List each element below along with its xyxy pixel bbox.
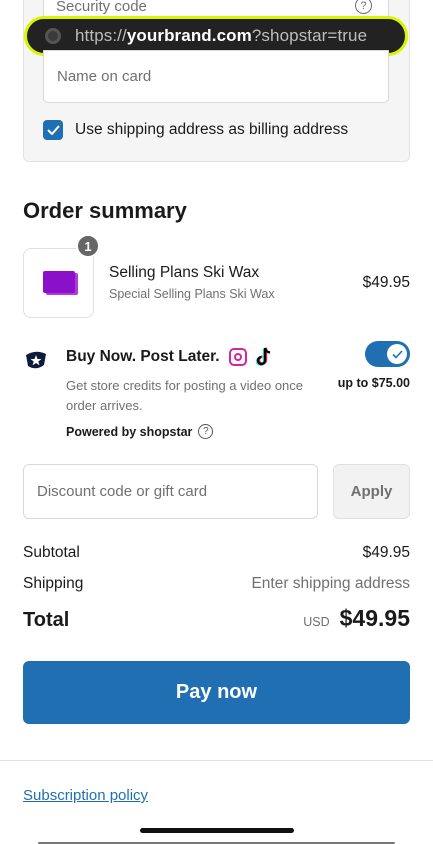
checkmark-icon bbox=[46, 125, 60, 135]
shipping-value: Enter shipping address bbox=[251, 575, 410, 592]
shopstar-toggle[interactable] bbox=[365, 341, 410, 367]
url-text: https://yourbrand.com?shopstar=true bbox=[75, 26, 367, 46]
instagram-icon bbox=[229, 348, 247, 366]
product-price: $49.95 bbox=[362, 274, 410, 291]
globe-icon bbox=[45, 28, 61, 44]
help-icon[interactable]: ? bbox=[198, 424, 214, 439]
subtotal-value: $49.95 bbox=[362, 544, 410, 561]
subscription-policy-link[interactable]: Subscription policy bbox=[23, 787, 148, 804]
shopstar-amount: up to $75.00 bbox=[337, 376, 410, 390]
url-prefix: https:// bbox=[75, 26, 127, 45]
discount-placeholder: Discount code or gift card bbox=[37, 483, 208, 500]
apply-discount-button[interactable]: Apply bbox=[333, 464, 410, 519]
pay-now-button[interactable]: Pay now bbox=[23, 661, 410, 724]
subtotal-label: Subtotal bbox=[23, 544, 80, 561]
total-amount: $49.95 bbox=[339, 605, 410, 631]
total-value-group: USD $49.95 bbox=[303, 605, 410, 632]
shopstar-description: Get store credits for posting a video on… bbox=[66, 378, 304, 413]
checkmark-icon bbox=[391, 349, 403, 359]
name-on-card-field[interactable]: Name on card bbox=[43, 50, 389, 103]
billing-checkbox-label: Use shipping address as billing address bbox=[75, 121, 349, 138]
powered-by-shopstar: Powered by shopstar ? bbox=[66, 424, 214, 439]
url-query: ?shopstar=true bbox=[251, 26, 368, 45]
url-host: yourbrand.com bbox=[126, 26, 252, 45]
powered-by-label: Powered by shopstar bbox=[66, 424, 193, 439]
total-currency: USD bbox=[303, 615, 330, 629]
toggle-knob bbox=[387, 344, 407, 364]
billing-address-row[interactable]: Use shipping address as billing address bbox=[43, 120, 348, 140]
product-image bbox=[43, 271, 75, 293]
footer-divider bbox=[0, 760, 433, 761]
security-code-label: Security code bbox=[56, 0, 147, 15]
tiktok-icon bbox=[256, 347, 271, 366]
order-summary-title: Order summary bbox=[23, 198, 187, 223]
billing-checkbox[interactable] bbox=[43, 120, 63, 140]
product-name: Selling Plans Ski Wax bbox=[109, 264, 260, 281]
discount-code-input[interactable]: Discount code or gift card bbox=[23, 464, 318, 519]
shopstar-logo-icon bbox=[26, 351, 46, 369]
product-thumbnail bbox=[23, 248, 94, 318]
shopstar-title: Buy Now. Post Later. bbox=[66, 348, 220, 365]
name-on-card-placeholder: Name on card bbox=[57, 68, 152, 85]
total-label: Total bbox=[23, 609, 70, 631]
product-subtitle: Special Selling Plans Ski Wax bbox=[109, 287, 275, 301]
quantity-badge: 1 bbox=[76, 234, 100, 258]
home-indicator bbox=[140, 828, 294, 833]
shipping-label: Shipping bbox=[23, 575, 84, 592]
